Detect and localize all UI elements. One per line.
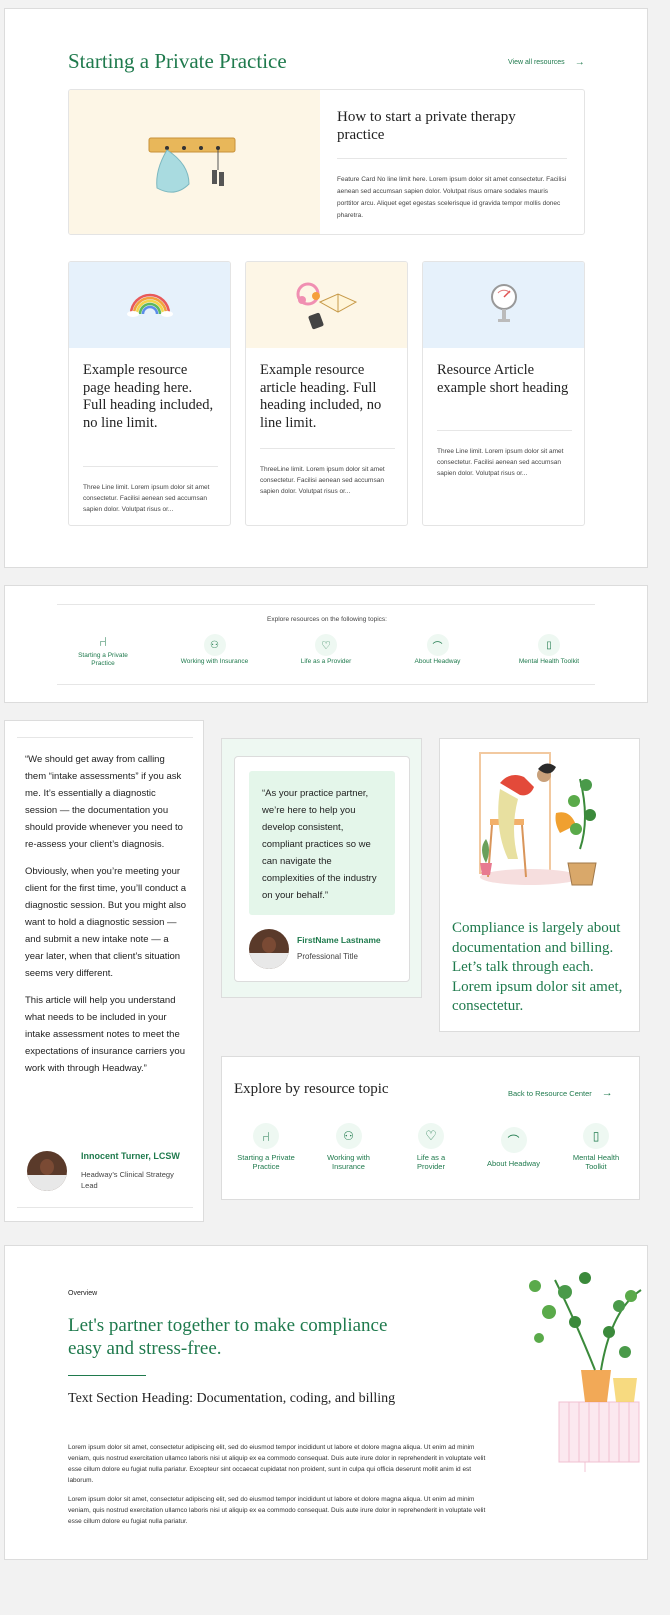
topic-life-as-a-provider[interactable]: ♡ Life as a Provider (280, 634, 372, 668)
topic-label: Mental Health Toolkit (572, 1153, 620, 1171)
card-body: ThreeLine limit. Lorem ipsum dolor sit a… (260, 466, 385, 495)
back-to-resource-center-link[interactable]: Back to Resource Center → (508, 1087, 613, 1099)
document-icon: ▯ (583, 1123, 609, 1149)
card-image (69, 262, 230, 348)
avatar (249, 929, 289, 969)
quote-paragraph: This article will help you understand wh… (25, 995, 185, 1074)
feature-card[interactable]: How to start a private therapy practice … (68, 89, 585, 235)
author-title: Professional Title (297, 952, 358, 961)
rainbow-illustration (126, 293, 173, 317)
topic-starting-private-practice[interactable]: ⑁ Starting a Private Practice (57, 634, 149, 668)
topic-label: Working with Insurance (180, 658, 249, 665)
section-title: Starting a Private Practice (68, 49, 287, 73)
short-quote-section: “As your practice partner, we’re here to… (221, 738, 422, 998)
divider (83, 466, 218, 467)
topic-label: Starting a Private Practice (237, 1153, 295, 1171)
divider (437, 430, 572, 431)
section-subheading: Text Section Heading: Documentation, cod… (68, 1391, 396, 1406)
overview-section: Overview Let's partner together to make … (4, 1245, 648, 1560)
topic-working-with-insurance[interactable]: ⚇ Working with Insurance (169, 634, 261, 668)
pressure-gauge-illustration (490, 284, 517, 322)
author-title: Headway’s Clinical Strategy Lead (81, 1170, 174, 1190)
divider (57, 684, 595, 685)
quote-paragraph: Obviously, when you’re meeting your clie… (25, 866, 187, 979)
feature-heading: How to start a private therapy practice (337, 109, 516, 143)
heart-icon: ♡ (315, 634, 337, 656)
divider (17, 1207, 193, 1208)
quote-text: “As your practice partner, we’re here to… (262, 788, 377, 901)
woman-watering-plants-illustration (479, 752, 597, 886)
card-heading: Resource Article example short heading (437, 362, 569, 396)
topic-about-headway[interactable]: ⌒ About Headway (474, 1123, 554, 1171)
topic-about-headway[interactable]: ⌒ About Headway (392, 634, 484, 668)
topic-mental-health-toolkit[interactable]: ▯ Mental Health Toolkit (503, 634, 595, 668)
plants-on-stool-illustration (529, 1272, 642, 1472)
topic-label: Starting a Private Practice (78, 652, 128, 667)
topic-label: About Headway (414, 658, 461, 665)
author-name: Innocent Turner, LCSW (81, 1151, 180, 1161)
card-body: Three Line limit. Lorem ipsum dolor sit … (437, 448, 564, 477)
arrow-right-icon: → (601, 1087, 613, 1099)
quote-body: “We should get away from calling them “i… (25, 751, 187, 1077)
overview-heading: Let's partner together to make complianc… (68, 1315, 388, 1359)
long-quote-card: “We should get away from calling them “i… (4, 720, 204, 1222)
topic-life-as-a-provider[interactable]: ♡ Life as a Provider (391, 1123, 471, 1171)
chair-icon: ⑁ (253, 1123, 279, 1149)
topic-working-with-insurance[interactable]: ⚇ Working with Insurance (309, 1123, 389, 1171)
resource-card[interactable]: Resource Article example short heading T… (422, 261, 585, 526)
resource-card[interactable]: Example resource page heading here. Full… (68, 261, 231, 526)
topics-label: Explore resources on the following topic… (267, 616, 387, 623)
headphones-book-phone-illustration (296, 282, 357, 330)
divider (57, 604, 595, 605)
compliance-text: Compliance is largely about documentatio… (452, 920, 623, 1014)
explore-topic-section: Explore by resource topic Back to Resour… (221, 1056, 640, 1200)
accent-rule (68, 1375, 146, 1376)
topic-label: About Headway (487, 1159, 540, 1168)
topics-section: Explore resources on the following topic… (4, 585, 648, 703)
topics-nav: ⑁ Starting a Private Practice ⚇ Working … (57, 634, 595, 668)
arrow-right-icon: → (574, 57, 585, 68)
overview-eyebrow: Overview (68, 1290, 98, 1297)
card-image (423, 262, 584, 348)
heart-icon: ♡ (418, 1123, 444, 1149)
arch-icon: ⌒ (426, 634, 449, 656)
divider (260, 448, 395, 449)
resource-card[interactable]: Example resource article heading. Full h… (245, 261, 408, 526)
topics-nav: ⑁ Starting a Private Practice ⚇ Working … (226, 1123, 636, 1171)
view-all-label: View all resources (508, 59, 565, 66)
people-icon: ⚇ (203, 634, 226, 656)
topic-starting-private-practice[interactable]: ⑁ Starting a Private Practice (226, 1123, 306, 1171)
people-icon: ⚇ (335, 1123, 362, 1149)
overview-paragraph: Lorem ipsum dolor sit amet, consectetur … (68, 1496, 486, 1525)
card-heading: Example resource article heading. Full h… (260, 362, 382, 431)
topic-mental-health-toolkit[interactable]: ▯ Mental Health Toolkit (556, 1123, 636, 1171)
avatar (27, 1151, 67, 1191)
compliance-card: Compliance is largely about documentatio… (439, 738, 640, 1032)
card-heading: Example resource page heading here. Full… (83, 362, 214, 431)
arch-icon: ⌒ (500, 1127, 527, 1153)
document-icon: ▯ (538, 634, 560, 656)
topic-label: Life as a Provider (300, 658, 352, 665)
view-all-resources-link[interactable]: View all resources → (508, 57, 585, 68)
key-hooks-illustration (148, 137, 236, 193)
quote-card: “As your practice partner, we’re here to… (234, 756, 410, 982)
author-name: FirstName Lastname (297, 935, 381, 945)
chair-icon: ⑁ (99, 634, 107, 649)
feature-image (69, 90, 320, 234)
card-body: Three Line limit. Lorem ipsum dolor sit … (83, 484, 210, 513)
divider (337, 158, 567, 159)
feature-body: Feature Card No line limit here. Lorem i… (337, 176, 567, 219)
back-link-label: Back to Resource Center (508, 1088, 592, 1098)
topic-label: Life as a Provider (416, 1153, 446, 1171)
quote-box: “As your practice partner, we’re here to… (249, 771, 395, 915)
resource-section: Starting a Private Practice View all res… (4, 8, 648, 568)
overview-paragraph: Lorem ipsum dolor sit amet, consectetur … (68, 1444, 486, 1484)
card-image (246, 262, 407, 348)
section-title: Explore by resource topic (234, 1081, 389, 1097)
quote-paragraph: “We should get away from calling them “i… (25, 754, 183, 850)
topic-label: Mental Health Toolkit (518, 658, 580, 665)
topic-label: Working with Insurance (327, 1153, 370, 1171)
divider (17, 737, 193, 738)
